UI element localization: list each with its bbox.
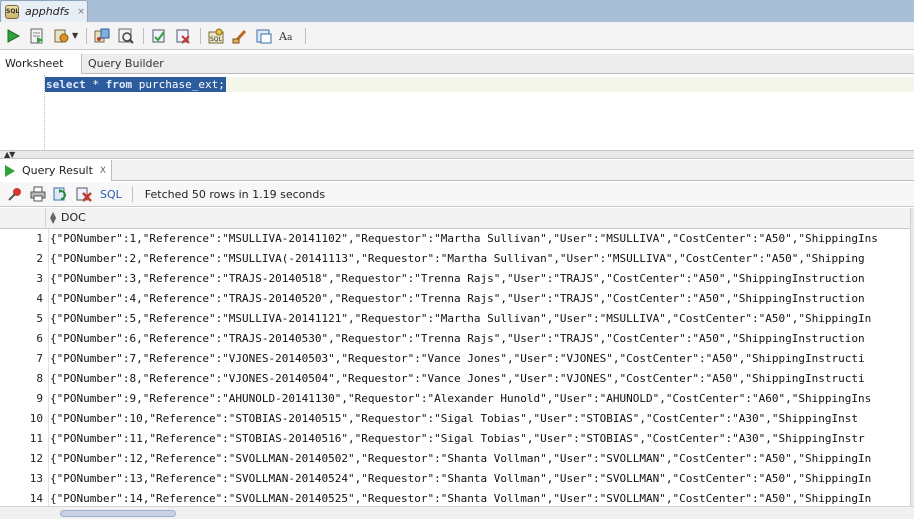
results-grid[interactable]: ▲ ▼ DOC 1 {"PONumber":1,"Reference":"MSULL… bbox=[0, 208, 914, 506]
commit-icon[interactable] bbox=[150, 27, 168, 45]
doc-cell[interactable]: {"PONumber":9,"Reference":"AHUNOLD-20141… bbox=[48, 389, 914, 409]
row-number-header[interactable] bbox=[0, 208, 46, 229]
sort-arrows-icon[interactable]: ▲ ▼ bbox=[50, 211, 56, 225]
doc-cell[interactable]: {"PONumber":2,"Reference":"MSULLIVA(-201… bbox=[48, 249, 914, 269]
doc-cell[interactable]: {"PONumber":11,"Reference":"STOBIAS-2014… bbox=[48, 429, 914, 449]
run-script-icon[interactable] bbox=[28, 27, 46, 45]
table-row[interactable]: 11 {"PONumber":11,"Reference":"STOBIAS-20… bbox=[0, 429, 914, 449]
table-row[interactable]: 5 {"PONumber":5,"Reference":"MSULLIVA-201… bbox=[0, 309, 914, 329]
row-number: 7 bbox=[36, 352, 43, 365]
table-row[interactable]: 6 {"PONumber":6,"Reference":"TRAJS-201405… bbox=[0, 329, 914, 349]
format-sql-icon[interactable] bbox=[255, 27, 273, 45]
sql-table-name: purchase_ext; bbox=[132, 78, 225, 91]
grid-rows: 1 {"PONumber":1,"Reference":"MSULLIVA-201… bbox=[0, 229, 914, 506]
vertical-scrollbar[interactable] bbox=[910, 208, 914, 506]
document-tab-strip: SQL apphdfs × bbox=[0, 0, 914, 22]
doc-cell[interactable]: {"PONumber":5,"Reference":"MSULLIVA-2014… bbox=[48, 309, 914, 329]
table-row[interactable]: 2 {"PONumber":2,"Reference":"MSULLIVA(-20… bbox=[0, 249, 914, 269]
horizontal-scrollbar[interactable] bbox=[0, 506, 914, 519]
table-row[interactable]: 1 {"PONumber":1,"Reference":"MSULLIVA-201… bbox=[0, 229, 914, 249]
table-row[interactable]: 10 {"PONumber":10,"Reference":"STOBIAS-20… bbox=[0, 409, 914, 429]
row-number: 4 bbox=[36, 292, 43, 305]
rollback-icon[interactable] bbox=[174, 27, 192, 45]
doc-cell[interactable]: {"PONumber":10,"Reference":"STOBIAS-2014… bbox=[48, 409, 914, 429]
result-toolbar: SQL Fetched 50 rows in 1.19 seconds bbox=[0, 182, 914, 207]
svg-text:a: a bbox=[287, 33, 293, 43]
splitter-arrows-icon[interactable]: ▲▼ bbox=[4, 150, 15, 159]
row-number: 2 bbox=[36, 252, 43, 265]
row-number: 6 bbox=[36, 332, 43, 345]
close-result-tab-icon[interactable]: X bbox=[100, 166, 106, 176]
document-tab-title: apphdfs bbox=[25, 5, 70, 18]
toolbar-separator bbox=[86, 27, 88, 44]
row-number: 11 bbox=[29, 432, 43, 445]
doc-cell[interactable]: {"PONumber":7,"Reference":"VJONES-201405… bbox=[48, 349, 914, 369]
clear-icon[interactable] bbox=[231, 27, 249, 45]
toolbar-separator bbox=[305, 27, 307, 44]
fetch-status-message: Fetched 50 rows in 1.19 seconds bbox=[144, 187, 326, 201]
print-icon[interactable] bbox=[29, 185, 47, 203]
table-row[interactable]: 8 {"PONumber":8,"Reference":"VJONES-20140… bbox=[0, 369, 914, 389]
tab-query-result[interactable]: Query Result X bbox=[0, 160, 112, 181]
toolbar-separator bbox=[143, 27, 145, 44]
sql-history-icon[interactable]: SQL bbox=[207, 27, 225, 45]
table-row[interactable]: 7 {"PONumber":7,"Reference":"VJONES-20140… bbox=[0, 349, 914, 369]
table-row[interactable]: 9 {"PONumber":9,"Reference":"AHUNOLD-2014… bbox=[0, 389, 914, 409]
table-row[interactable]: 4 {"PONumber":4,"Reference":"TRAJS-201405… bbox=[0, 289, 914, 309]
pin-icon[interactable] bbox=[6, 185, 24, 203]
tab-query-builder[interactable]: Query Builder bbox=[83, 54, 169, 74]
explain-plan-icon[interactable] bbox=[93, 27, 111, 45]
doc-cell[interactable]: {"PONumber":8,"Reference":"VJONES-201405… bbox=[48, 369, 914, 389]
sql-keyword-from: from bbox=[105, 78, 133, 91]
close-tab-icon[interactable]: × bbox=[77, 7, 85, 17]
to-upper-lower-icon[interactable]: Aa bbox=[279, 27, 297, 45]
toolbar-separator bbox=[200, 27, 202, 44]
sql-statement[interactable]: select * from purchase_ext; bbox=[45, 77, 226, 92]
query-result-label: Query Result bbox=[22, 164, 93, 177]
doc-cell[interactable]: {"PONumber":1,"Reference":"MSULLIVA-2014… bbox=[48, 229, 914, 249]
cancel-query-icon[interactable] bbox=[75, 185, 93, 203]
column-header-doc[interactable]: DOC bbox=[61, 211, 86, 224]
doc-cell[interactable]: {"PONumber":12,"Reference":"SVOLLMAN-201… bbox=[48, 449, 914, 469]
svg-text:SQL: SQL bbox=[210, 36, 223, 43]
run-result-icon bbox=[5, 164, 15, 177]
worksheet-document-tab[interactable]: SQL apphdfs × bbox=[0, 0, 88, 22]
editor-result-splitter[interactable]: ▲▼ bbox=[0, 150, 914, 159]
table-row[interactable]: 12 {"PONumber":12,"Reference":"SVOLLMAN-2… bbox=[0, 449, 914, 469]
grid-header: ▲ ▼ DOC bbox=[0, 208, 914, 229]
worksheet-toolbar: ▼ SQL Aa bbox=[0, 22, 914, 50]
sql-editor[interactable]: select * from purchase_ext; bbox=[0, 75, 914, 151]
row-number: 12 bbox=[29, 452, 43, 465]
doc-cell[interactable]: {"PONumber":4,"Reference":"TRAJS-2014052… bbox=[48, 289, 914, 309]
sql-tuning-icon[interactable] bbox=[117, 27, 135, 45]
table-row[interactable]: 3 {"PONumber":3,"Reference":"TRAJS-201405… bbox=[0, 269, 914, 289]
row-number: 13 bbox=[29, 472, 43, 485]
row-number: 3 bbox=[36, 272, 43, 285]
row-number: 14 bbox=[29, 492, 43, 505]
sql-star: * bbox=[85, 78, 106, 91]
horizontal-scrollbar-thumb[interactable] bbox=[60, 510, 176, 517]
result-tab-strip: Query Result X bbox=[0, 160, 914, 181]
refresh-icon[interactable] bbox=[52, 185, 70, 203]
autotrace-icon[interactable] bbox=[52, 27, 70, 45]
database-connection-icon: SQL bbox=[5, 4, 19, 19]
table-row[interactable]: 13 {"PONumber":13,"Reference":"SVOLLMAN-2… bbox=[0, 469, 914, 489]
sql-link[interactable]: SQL bbox=[100, 188, 122, 201]
doc-cell[interactable]: {"PONumber":14,"Reference":"SVOLLMAN-201… bbox=[48, 489, 914, 506]
doc-cell[interactable]: {"PONumber":6,"Reference":"TRAJS-2014053… bbox=[48, 329, 914, 349]
row-number: 8 bbox=[36, 372, 43, 385]
row-number: 9 bbox=[36, 392, 43, 405]
table-row[interactable]: 14 {"PONumber":14,"Reference":"SVOLLMAN-2… bbox=[0, 489, 914, 506]
doc-cell[interactable]: {"PONumber":3,"Reference":"TRAJS-2014051… bbox=[48, 269, 914, 289]
run-statement-icon[interactable] bbox=[4, 27, 22, 45]
sql-keyword-select: select bbox=[46, 78, 86, 91]
chevron-down-icon[interactable]: ▼ bbox=[72, 31, 78, 40]
doc-cell[interactable]: {"PONumber":13,"Reference":"SVOLLMAN-201… bbox=[48, 469, 914, 489]
tab-worksheet[interactable]: Worksheet bbox=[0, 54, 82, 74]
row-number: 5 bbox=[36, 312, 43, 325]
toolbar-separator bbox=[131, 186, 133, 202]
editor-mode-tabs: Worksheet Query Builder bbox=[0, 54, 914, 74]
row-number: 10 bbox=[29, 412, 43, 425]
row-number: 1 bbox=[36, 232, 43, 245]
